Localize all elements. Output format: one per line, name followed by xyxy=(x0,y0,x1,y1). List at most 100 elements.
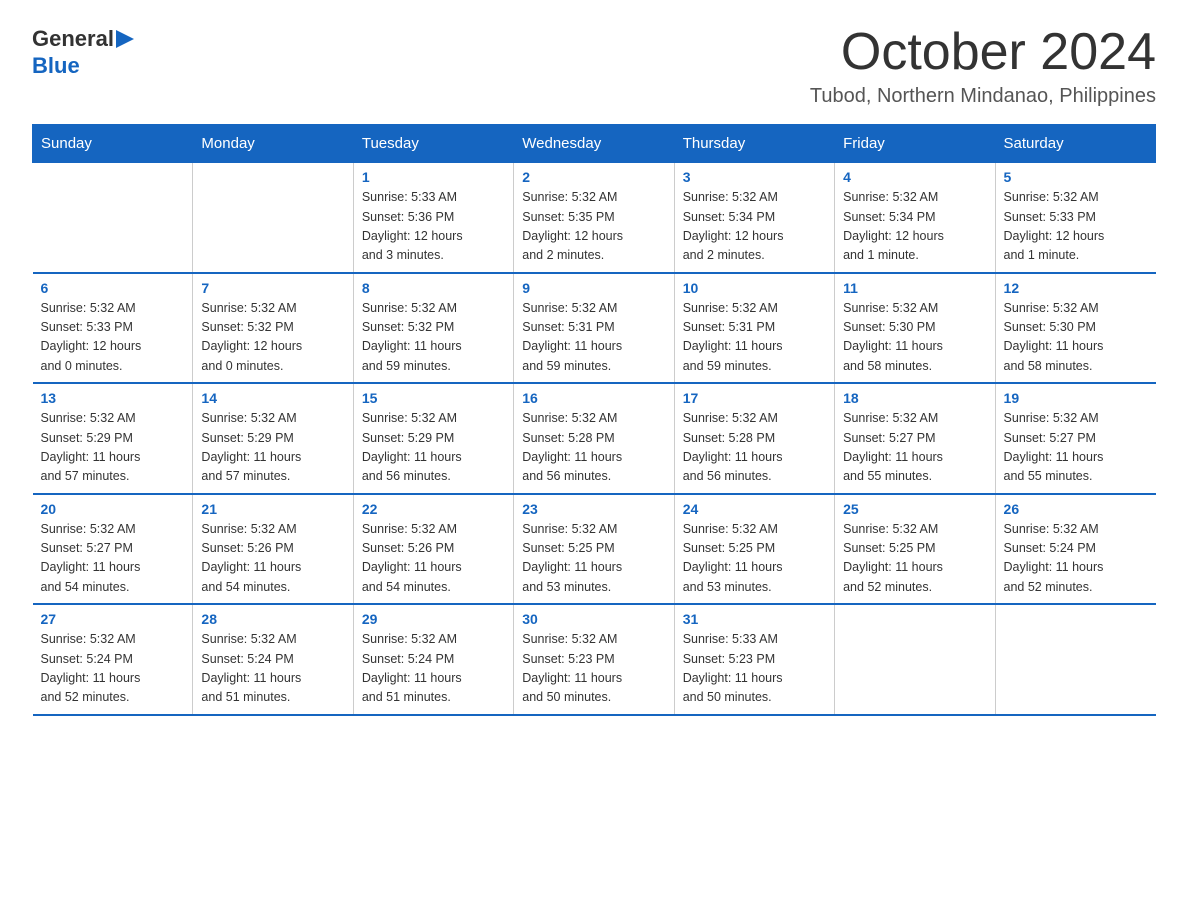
day-number: 23 xyxy=(522,501,665,517)
calendar-day-header: Friday xyxy=(835,125,995,163)
day-info: Sunrise: 5:33 AM Sunset: 5:23 PM Dayligh… xyxy=(683,630,826,708)
calendar-cell: 24Sunrise: 5:32 AM Sunset: 5:25 PM Dayli… xyxy=(674,494,834,605)
day-number: 3 xyxy=(683,169,826,185)
day-info: Sunrise: 5:32 AM Sunset: 5:24 PM Dayligh… xyxy=(1004,520,1148,598)
day-info: Sunrise: 5:32 AM Sunset: 5:31 PM Dayligh… xyxy=(522,299,665,377)
day-info: Sunrise: 5:32 AM Sunset: 5:32 PM Dayligh… xyxy=(362,299,505,377)
day-number: 25 xyxy=(843,501,986,517)
day-number: 16 xyxy=(522,390,665,406)
day-info: Sunrise: 5:32 AM Sunset: 5:28 PM Dayligh… xyxy=(683,409,826,487)
day-info: Sunrise: 5:32 AM Sunset: 5:26 PM Dayligh… xyxy=(362,520,505,598)
day-number: 1 xyxy=(362,169,505,185)
page-header: General Blue October 2024 Tubod, Norther… xyxy=(32,24,1156,108)
day-number: 27 xyxy=(41,611,185,627)
day-number: 12 xyxy=(1004,280,1148,296)
calendar-cell: 30Sunrise: 5:32 AM Sunset: 5:23 PM Dayli… xyxy=(514,604,674,715)
calendar-cell: 10 Sunrise: 5:32 AM Sunset: 5:31 PM Dayli… xyxy=(674,273,834,384)
logo-triangle-icon xyxy=(116,30,134,48)
calendar-cell xyxy=(33,163,193,273)
calendar-table: SundayMondayTuesdayWednesdayThursdayFrid… xyxy=(32,124,1156,716)
calendar-cell: 14Sunrise: 5:32 AM Sunset: 5:29 PM Dayli… xyxy=(193,383,353,494)
day-number: 5 xyxy=(1004,169,1148,185)
calendar-cell: 2 Sunrise: 5:32 AM Sunset: 5:35 PM Daylig… xyxy=(514,163,674,273)
day-info: Sunrise: 5:32 AM Sunset: 5:23 PM Dayligh… xyxy=(522,630,665,708)
day-info: Sunrise: 5:32 AM Sunset: 5:35 PM Dayligh… xyxy=(522,188,665,266)
calendar-cell: 9 Sunrise: 5:32 AM Sunset: 5:31 PM Daylig… xyxy=(514,273,674,384)
day-number: 28 xyxy=(201,611,344,627)
day-info: Sunrise: 5:32 AM Sunset: 5:26 PM Dayligh… xyxy=(201,520,344,598)
page-title: October 2024 xyxy=(810,24,1156,81)
calendar-cell: 3Sunrise: 5:32 AM Sunset: 5:34 PM Daylig… xyxy=(674,163,834,273)
calendar-header: SundayMondayTuesdayWednesdayThursdayFrid… xyxy=(33,125,1156,163)
calendar-cell: 16 Sunrise: 5:32 AM Sunset: 5:28 PM Dayli… xyxy=(514,383,674,494)
day-info: Sunrise: 5:32 AM Sunset: 5:34 PM Dayligh… xyxy=(843,188,986,266)
logo-blue-text: Blue xyxy=(32,53,80,78)
day-info: Sunrise: 5:32 AM Sunset: 5:24 PM Dayligh… xyxy=(362,630,505,708)
day-number: 13 xyxy=(41,390,185,406)
day-info: Sunrise: 5:32 AM Sunset: 5:25 PM Dayligh… xyxy=(522,520,665,598)
calendar-cell xyxy=(193,163,353,273)
day-number: 9 xyxy=(522,280,665,296)
calendar-cell: 22 Sunrise: 5:32 AM Sunset: 5:26 PM Dayli… xyxy=(353,494,513,605)
page-subtitle: Tubod, Northern Mindanao, Philippines xyxy=(810,85,1156,108)
calendar-cell: 15 Sunrise: 5:32 AM Sunset: 5:29 PM Dayli… xyxy=(353,383,513,494)
logo-general-text: General xyxy=(32,26,114,52)
day-info: Sunrise: 5:32 AM Sunset: 5:28 PM Dayligh… xyxy=(522,409,665,487)
calendar-cell: 11Sunrise: 5:32 AM Sunset: 5:30 PM Dayli… xyxy=(835,273,995,384)
calendar-day-header: Sunday xyxy=(33,125,193,163)
day-number: 11 xyxy=(843,280,986,296)
day-number: 31 xyxy=(683,611,826,627)
day-number: 29 xyxy=(362,611,505,627)
day-number: 14 xyxy=(201,390,344,406)
calendar-cell: 25 Sunrise: 5:32 AM Sunset: 5:25 PM Dayli… xyxy=(835,494,995,605)
calendar-cell: 1 Sunrise: 5:33 AM Sunset: 5:36 PM Daylig… xyxy=(353,163,513,273)
calendar-header-row: SundayMondayTuesdayWednesdayThursdayFrid… xyxy=(33,125,1156,163)
day-number: 7 xyxy=(201,280,344,296)
day-number: 20 xyxy=(41,501,185,517)
day-number: 24 xyxy=(683,501,826,517)
calendar-cell: 12 Sunrise: 5:32 AM Sunset: 5:30 PM Dayli… xyxy=(995,273,1155,384)
calendar-cell: 17Sunrise: 5:32 AM Sunset: 5:28 PM Dayli… xyxy=(674,383,834,494)
calendar-cell xyxy=(835,604,995,715)
calendar-day-header: Thursday xyxy=(674,125,834,163)
day-info: Sunrise: 5:32 AM Sunset: 5:33 PM Dayligh… xyxy=(1004,188,1148,266)
calendar-cell: 8 Sunrise: 5:32 AM Sunset: 5:32 PM Daylig… xyxy=(353,273,513,384)
day-info: Sunrise: 5:32 AM Sunset: 5:32 PM Dayligh… xyxy=(201,299,344,377)
calendar-day-header: Saturday xyxy=(995,125,1155,163)
calendar-cell: 13Sunrise: 5:32 AM Sunset: 5:29 PM Dayli… xyxy=(33,383,193,494)
day-number: 19 xyxy=(1004,390,1148,406)
day-number: 26 xyxy=(1004,501,1148,517)
calendar-day-header: Wednesday xyxy=(514,125,674,163)
calendar-cell: 27 Sunrise: 5:32 AM Sunset: 5:24 PM Dayli… xyxy=(33,604,193,715)
day-info: Sunrise: 5:32 AM Sunset: 5:24 PM Dayligh… xyxy=(41,630,185,708)
calendar-week-row: 1 Sunrise: 5:33 AM Sunset: 5:36 PM Daylig… xyxy=(33,163,1156,273)
day-info: Sunrise: 5:33 AM Sunset: 5:36 PM Dayligh… xyxy=(362,188,505,266)
calendar-cell xyxy=(995,604,1155,715)
day-info: Sunrise: 5:32 AM Sunset: 5:27 PM Dayligh… xyxy=(843,409,986,487)
day-number: 2 xyxy=(522,169,665,185)
title-block: October 2024 Tubod, Northern Mindanao, P… xyxy=(810,24,1156,108)
calendar-week-row: 27 Sunrise: 5:32 AM Sunset: 5:24 PM Dayli… xyxy=(33,604,1156,715)
calendar-cell: 29 Sunrise: 5:32 AM Sunset: 5:24 PM Dayli… xyxy=(353,604,513,715)
calendar-cell: 5 Sunrise: 5:32 AM Sunset: 5:33 PM Daylig… xyxy=(995,163,1155,273)
calendar-cell: 26 Sunrise: 5:32 AM Sunset: 5:24 PM Dayli… xyxy=(995,494,1155,605)
calendar-cell: 6Sunrise: 5:32 AM Sunset: 5:33 PM Daylig… xyxy=(33,273,193,384)
day-info: Sunrise: 5:32 AM Sunset: 5:27 PM Dayligh… xyxy=(1004,409,1148,487)
day-info: Sunrise: 5:32 AM Sunset: 5:31 PM Dayligh… xyxy=(683,299,826,377)
day-info: Sunrise: 5:32 AM Sunset: 5:24 PM Dayligh… xyxy=(201,630,344,708)
day-number: 8 xyxy=(362,280,505,296)
calendar-cell: 7 Sunrise: 5:32 AM Sunset: 5:32 PM Daylig… xyxy=(193,273,353,384)
day-number: 15 xyxy=(362,390,505,406)
calendar-cell: 21Sunrise: 5:32 AM Sunset: 5:26 PM Dayli… xyxy=(193,494,353,605)
day-info: Sunrise: 5:32 AM Sunset: 5:29 PM Dayligh… xyxy=(362,409,505,487)
calendar-cell: 28 Sunrise: 5:32 AM Sunset: 5:24 PM Dayli… xyxy=(193,604,353,715)
calendar-cell: 4Sunrise: 5:32 AM Sunset: 5:34 PM Daylig… xyxy=(835,163,995,273)
day-number: 22 xyxy=(362,501,505,517)
day-info: Sunrise: 5:32 AM Sunset: 5:30 PM Dayligh… xyxy=(1004,299,1148,377)
calendar-cell: 31 Sunrise: 5:33 AM Sunset: 5:23 PM Dayli… xyxy=(674,604,834,715)
calendar-body: 1 Sunrise: 5:33 AM Sunset: 5:36 PM Daylig… xyxy=(33,163,1156,715)
day-info: Sunrise: 5:32 AM Sunset: 5:25 PM Dayligh… xyxy=(843,520,986,598)
day-number: 10 xyxy=(683,280,826,296)
calendar-day-header: Monday xyxy=(193,125,353,163)
calendar-day-header: Tuesday xyxy=(353,125,513,163)
